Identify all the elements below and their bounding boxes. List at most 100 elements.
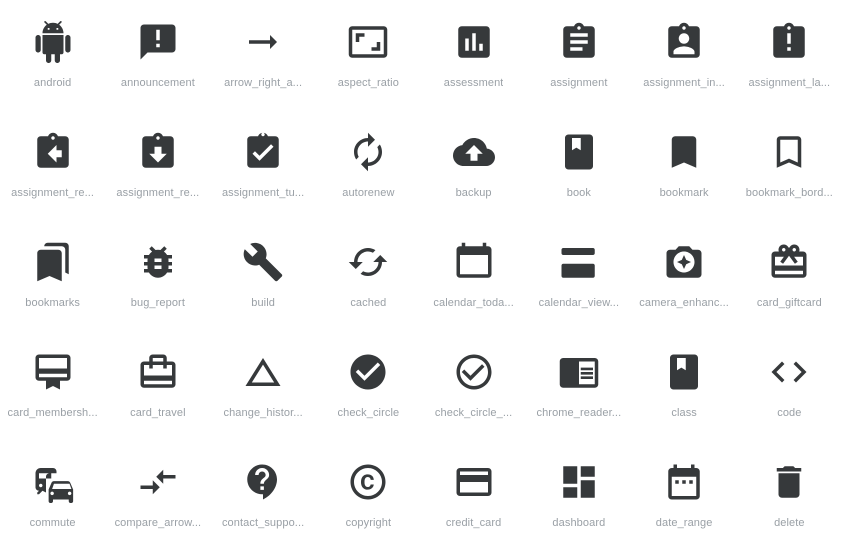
backup-icon [450,128,498,176]
icon-label: credit_card [445,517,502,529]
icon-cell-delete[interactable]: delete [737,446,842,556]
icon-cell-chrome_reader_mode[interactable]: chrome_reader... [526,336,631,446]
icon-cell-assignment_turned_in[interactable]: assignment_tu... [211,116,316,226]
icon-cell-assignment_returned[interactable]: assignment_re... [105,116,210,226]
icon-cell-date_range[interactable]: date_range [632,446,737,556]
icon-cell-class[interactable]: class [632,336,737,446]
assignment-turned-in-icon [239,128,287,176]
icon-cell-announcement[interactable]: announcement [105,6,210,116]
icon-cell-backup[interactable]: backup [421,116,526,226]
android-icon [29,18,77,66]
icon-cell-bug_report[interactable]: bug_report [105,226,210,336]
icon-cell-calendar_today[interactable]: calendar_toda... [421,226,526,336]
icon-cell-calendar_view_day[interactable]: calendar_view... [526,226,631,336]
compare-arrows-icon [134,458,182,506]
assignment-icon [555,18,603,66]
calendar-view-day-icon [555,238,603,286]
icon-cell-credit_card[interactable]: credit_card [421,446,526,556]
icon-label: dashboard [552,517,606,529]
class-icon [660,348,708,396]
card-membership-icon [29,348,77,396]
icon-label: assignment_re... [11,187,95,199]
dashboard-icon [555,458,603,506]
icon-cell-assignment[interactable]: assignment [526,6,631,116]
icon-label: bookmarks [25,297,80,309]
icon-cell-copyright[interactable]: copyright [316,446,421,556]
icon-label: compare_arrow... [114,517,202,529]
icon-label: bug_report [130,297,185,309]
icon-label: assignment_la... [748,77,831,89]
autorenew-icon [344,128,392,176]
icon-label: aspect_ratio [337,77,399,89]
icon-label: announcement [120,77,195,89]
icon-cell-assignment_return[interactable]: assignment_re... [0,116,105,226]
date-range-icon [660,458,708,506]
icon-cell-book[interactable]: book [526,116,631,226]
copyright-icon [344,458,392,506]
icon-cell-build[interactable]: build [211,226,316,336]
check-circle-outline-icon [450,348,498,396]
icon-label: copyright [345,517,392,529]
commute-icon [29,458,77,506]
delete-icon [765,458,813,506]
icon-cell-change_history[interactable]: change_histor... [211,336,316,446]
icon-label: date_range [655,517,713,529]
icon-label: change_histor... [223,407,303,419]
icon-label: book [566,187,591,199]
icon-cell-camera_enhance[interactable]: camera_enhanc... [632,226,737,336]
icon-label: assessment [443,77,504,89]
icon-cell-aspect_ratio[interactable]: aspect_ratio [316,6,421,116]
icon-cell-cached[interactable]: cached [316,226,421,336]
icon-label: contact_suppo... [221,517,305,529]
icon-cell-card_membership[interactable]: card_membersh... [0,336,105,446]
arrow-right-alt-icon [239,18,287,66]
build-icon [239,238,287,286]
chrome-reader-mode-icon [555,348,603,396]
icon-cell-compare_arrows[interactable]: compare_arrow... [105,446,210,556]
icon-label: card_travel [130,407,186,419]
assignment-late-icon [765,18,813,66]
icon-label: bookmark_bord... [745,187,833,199]
icon-cell-android[interactable]: android [0,6,105,116]
icon-cell-assessment[interactable]: assessment [421,6,526,116]
bookmark-border-icon [765,128,813,176]
check-circle-icon [344,348,392,396]
bug-report-icon [134,238,182,286]
icon-cell-bookmarks[interactable]: bookmarks [0,226,105,336]
card-travel-icon [134,348,182,396]
icon-cell-assignment_late[interactable]: assignment_la... [737,6,842,116]
icon-label: commute [29,517,76,529]
icon-label: backup [455,187,492,199]
camera-enhance-icon [660,238,708,286]
icon-label: autorenew [342,187,395,199]
icon-label: camera_enhanc... [639,297,729,309]
icon-label: assignment_tu... [221,187,305,199]
assignment-returned-icon [134,128,182,176]
icon-cell-bookmark_border[interactable]: bookmark_bord... [737,116,842,226]
icon-label: card_giftcard [756,297,822,309]
icon-cell-card_giftcard[interactable]: card_giftcard [737,226,842,336]
bookmark-icon [660,128,708,176]
icon-cell-card_travel[interactable]: card_travel [105,336,210,446]
icon-label: assignment [550,77,608,89]
icon-label: calendar_view... [538,297,620,309]
icon-cell-contact_support[interactable]: contact_suppo... [211,446,316,556]
icon-cell-autorenew[interactable]: autorenew [316,116,421,226]
icon-cell-arrow_right_alt[interactable]: arrow_right_a... [211,6,316,116]
icon-label: check_circle_... [434,407,513,419]
icon-label: code [777,407,802,419]
icon-label: delete [774,517,805,529]
change-history-icon [239,348,287,396]
icon-cell-assignment_ind[interactable]: assignment_in... [632,6,737,116]
book-icon [555,128,603,176]
icon-cell-check_circle_outline[interactable]: check_circle_... [421,336,526,446]
icon-label: assignment_in... [643,77,725,89]
icon-cell-commute[interactable]: commute [0,446,105,556]
icon-cell-check_circle[interactable]: check_circle [316,336,421,446]
icon-label: calendar_toda... [433,297,514,309]
icon-cell-bookmark[interactable]: bookmark [632,116,737,226]
icon-label: bookmark [659,187,709,199]
code-icon [765,348,813,396]
icon-cell-dashboard[interactable]: dashboard [526,446,631,556]
icon-cell-code[interactable]: code [737,336,842,446]
